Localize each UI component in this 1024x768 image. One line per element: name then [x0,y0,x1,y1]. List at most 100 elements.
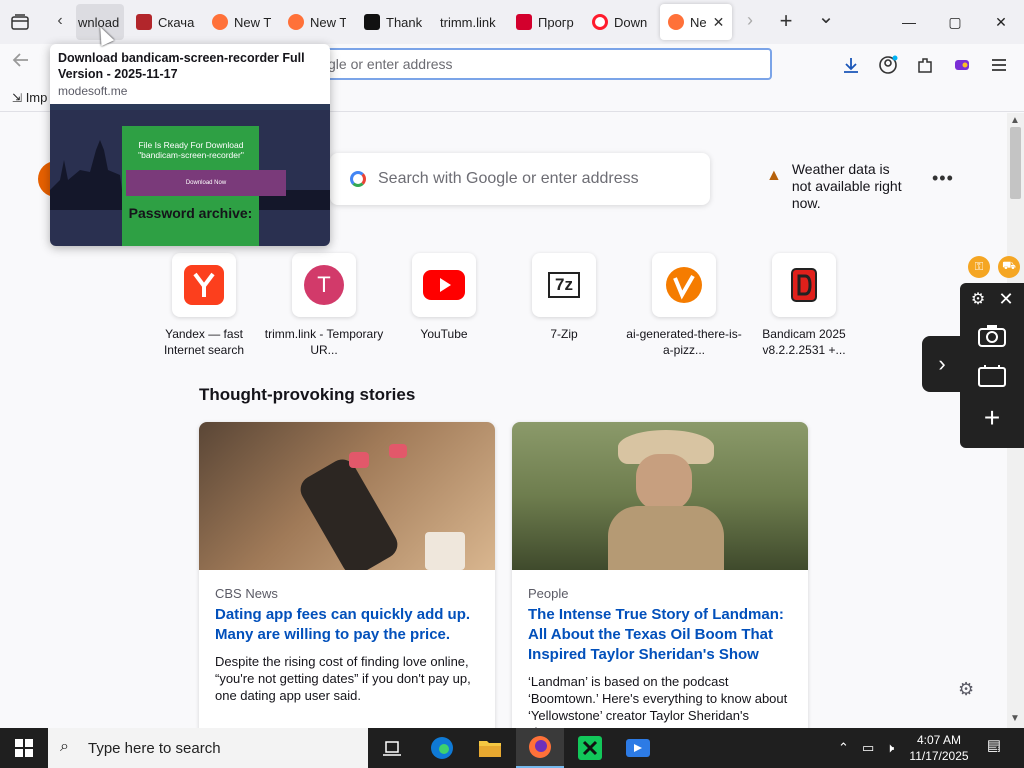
import-bookmarks-button[interactable]: ⇲ Imp [12,90,47,105]
cart-icon[interactable]: ⛟ [998,256,1020,278]
shortcut-bandicam[interactable]: Bandicam 2025 v8.2.2.2531 +... [744,253,864,358]
firefox-icon [668,14,684,30]
tab-opera-download[interactable]: Down [592,4,650,40]
extensions-button[interactable] [914,54,936,76]
story-image [512,422,808,570]
tab-progr[interactable]: Прогр [516,4,574,40]
close-tab-icon[interactable]: ✕ [713,14,725,31]
7zip-icon: 7z [548,272,580,298]
shortcut-tile [412,253,476,317]
weather-menu-button[interactable]: ••• [932,168,954,189]
stories-section-title: Thought-provoking stories [199,385,416,404]
address-bar[interactable]: gle or enter address [318,48,772,80]
taskbar-search-input[interactable]: ⌕ Type here to search [48,728,368,768]
shortcut-7zip[interactable]: 7z 7-Zip [504,253,624,342]
shortcut-yandex[interactable]: Yandex — fast Internet search [144,253,264,358]
taskbar-file-explorer[interactable] [466,728,514,768]
scrollbar-thumb[interactable] [1010,127,1021,199]
tab-scroll-left-button[interactable]: ‹ [50,12,70,32]
shortcut-label: Yandex — fast Internet search [163,327,245,357]
shortcut-label: ai-generated-there-is-a-pizz... [626,327,742,357]
taskbar-clock[interactable]: 4:07 AM 11/17/2025 [906,732,972,764]
settings-icon[interactable]: ⚙ [968,289,988,309]
taskbar-app-green[interactable] [566,728,614,768]
tab-trimm-link[interactable]: trimm.link [440,4,500,40]
notification-center-button[interactable]: ▤ 1 [982,736,1006,760]
account-icon [879,55,898,74]
back-arrow-icon [12,53,28,67]
story-headline: The Intense True Story of Landman: All A… [528,606,784,663]
download-now-button: Download Now [126,170,286,196]
extension-button[interactable] [951,54,973,76]
taskbar-bandicam[interactable] [614,728,662,768]
hamburger-menu-icon [992,59,1006,71]
shortcut-trimm-link[interactable]: T trimm.link - Temporary UR... [264,253,384,358]
network-icon[interactable]: ▭ [862,740,874,756]
story-headline: Dating app fees can quickly add up. Many… [215,606,471,643]
close-icon[interactable]: ✕ [996,289,1016,309]
downloads-button[interactable] [840,54,862,76]
firefox-view-icon [11,14,29,30]
minimize-button[interactable]: — [886,8,932,36]
search-icon: ⌕ [60,738,69,755]
maximize-button[interactable]: ▢ [932,8,978,36]
add-icon[interactable]: + [974,402,1010,433]
youtube-icon [423,270,465,300]
tab-skachat[interactable]: Скача [136,4,196,40]
tab-preview-tooltip: Download bandicam-screen-recorder Full V… [50,44,330,246]
import-icon: ⇲ [12,91,23,105]
show-hidden-icons-button[interactable]: ⌃ [838,740,849,756]
newtab-search-input[interactable]: Search with Google or enter address [330,153,710,205]
shortcut-youtube[interactable]: YouTube [384,253,504,342]
firefox-view-button[interactable] [6,8,34,36]
scroll-up-arrow-icon[interactable]: ▲ [1010,115,1020,126]
close-window-button[interactable]: ✕ [978,8,1024,36]
scroll-down-arrow-icon[interactable]: ▼ [1010,713,1020,724]
key-icon[interactable]: ⚿ [968,256,990,278]
video-favicon-icon [516,14,532,30]
notification-count: 1 [995,745,1001,755]
shortcut-label: trimm.link - Temporary UR... [264,327,384,357]
volume-muted-icon[interactable]: 🕨 [886,740,894,756]
extension-app-icon [955,60,969,70]
story-card[interactable]: CBS News Dating app fees can quickly add… [199,422,495,728]
personalize-button[interactable]: ⚙ [958,679,974,700]
chevron-right-icon: › [938,351,946,376]
start-button[interactable] [0,728,48,768]
import-bookmarks-label: Imp [25,90,48,105]
vimeo-icon [666,267,702,303]
shortcut-label: 7-Zip [550,327,578,341]
shortcut-tile: 7z [532,253,596,317]
app-menu-button[interactable] [988,54,1010,76]
windows-taskbar: ⌕ Type here to search ⌃ ▭ 🕨 4:07 AM 11/1… [0,728,1024,768]
video-record-icon[interactable] [974,361,1010,391]
tab-scroll-right-button[interactable]: › [738,10,762,31]
tab-new-tab-2[interactable]: New T [288,4,346,40]
firefox-icon [212,14,228,30]
new-tab-button[interactable]: + [774,8,798,34]
puzzle-icon [918,58,932,73]
bandicam-expand-button[interactable]: › [922,336,962,392]
download-icon [844,58,858,73]
yandex-icon [184,265,224,305]
back-button[interactable] [12,52,30,73]
task-view-button[interactable] [368,728,416,768]
account-button[interactable] [877,54,899,76]
shortcut-label: Bandicam 2025 v8.2.2.2531 +... [762,327,846,357]
shortcut-tile [772,253,836,317]
taskbar-search-placeholder: Type here to search [88,739,221,757]
google-icon [350,171,366,187]
tab-new-tab-1[interactable]: New T [212,4,274,40]
list-all-tabs-button[interactable]: ⌄ [814,4,838,29]
taskbar-firefox[interactable] [516,728,564,768]
story-card[interactable]: People The Intense True Story of Landman… [512,422,808,728]
site-favicon-icon [364,14,380,30]
tab-thank[interactable]: Thank [364,4,424,40]
shortcut-ai-pizza[interactable]: ai-generated-there-is-a-pizz... [624,253,744,358]
search-placeholder: Search with Google or enter address [378,170,639,187]
taskbar-edge[interactable] [418,728,466,768]
tab-new-tab-active[interactable]: Ne ✕ [660,4,732,40]
screenshot-camera-icon[interactable] [974,321,1010,351]
firefox-icon [288,14,304,30]
story-image [199,422,495,570]
